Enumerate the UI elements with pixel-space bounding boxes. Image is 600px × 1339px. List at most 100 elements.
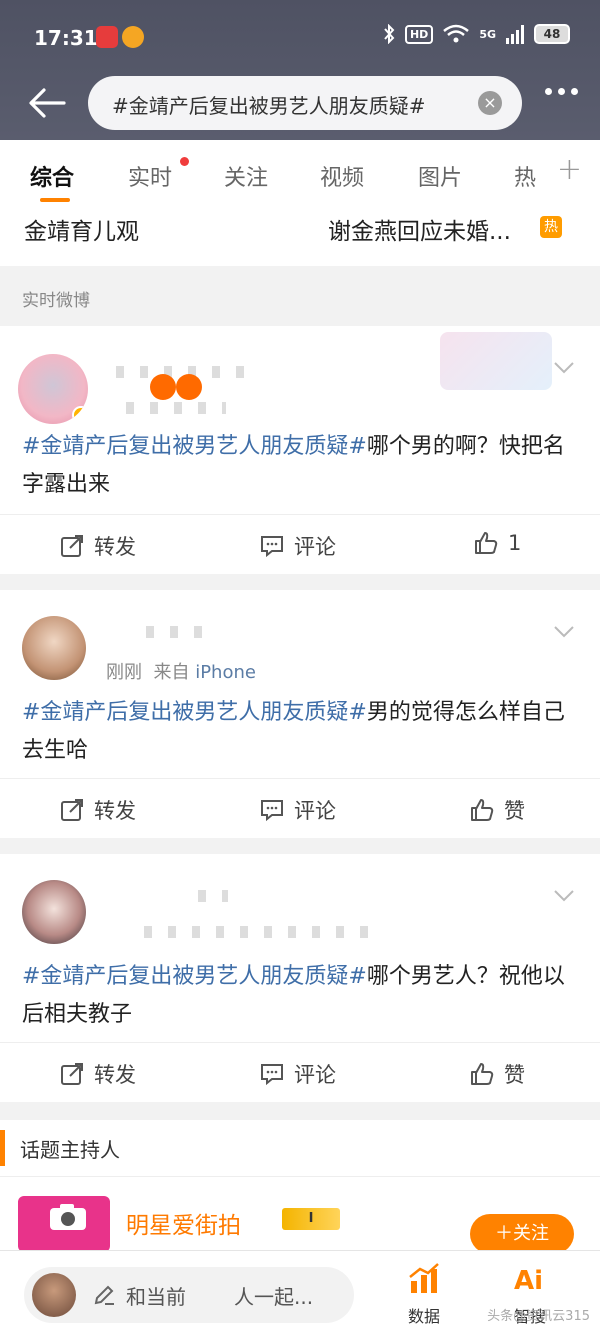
- hd-icon: HD: [404, 24, 434, 44]
- avatar[interactable]: [18, 354, 88, 424]
- thumbs-up-icon: [475, 532, 498, 554]
- tab-hot[interactable]: 热: [514, 160, 536, 192]
- weibo-notification-icon: [122, 26, 144, 48]
- tab-images[interactable]: 图片: [418, 160, 462, 192]
- bluetooth-icon: [384, 24, 395, 44]
- search-input[interactable]: #金靖产后复出被男艺人朋友质疑# ×: [88, 76, 522, 130]
- avatar[interactable]: [22, 880, 86, 944]
- signal-icon: [506, 24, 524, 44]
- post-card: 刚刚 来自 iPhone #金靖产后复出被男艺人朋友质疑#男的觉得怎么样自己去生…: [0, 590, 600, 838]
- divider: [0, 1176, 600, 1177]
- comment-label: 评论: [294, 535, 336, 559]
- post-time: 刚刚: [106, 662, 142, 683]
- bottom-bar: 和当前 人一起... 数据 Ai 智搜 头条@资讯云315: [0, 1250, 600, 1339]
- battery-icon: 48: [534, 24, 570, 44]
- comment-button[interactable]: 评论: [260, 531, 336, 561]
- comment-button[interactable]: 评论: [260, 1059, 336, 1089]
- chevron-down-icon[interactable]: [554, 626, 574, 638]
- host-accent-bar: [0, 1130, 5, 1166]
- post-card: #金靖产后复出被男艺人朋友质疑#哪个男艺人？祝他以后相夫教子 转发 评论 赞: [0, 854, 600, 1102]
- search-query: #金靖产后复出被男艺人朋友质疑#: [112, 94, 426, 118]
- verified-badge-icon: [72, 406, 88, 424]
- status-time: 17:31: [34, 26, 98, 50]
- watermark-text: 头条@资讯云315: [487, 1309, 590, 1324]
- wifi-icon: [443, 24, 470, 43]
- repost-button[interactable]: 转发: [60, 1059, 136, 1089]
- status-icons: HD 5G 48: [383, 24, 570, 44]
- comment-button[interactable]: 评论: [260, 795, 336, 825]
- member-badge-icon: [150, 374, 176, 400]
- repost-icon: [61, 799, 83, 821]
- post-meta: 刚刚 来自 iPhone: [106, 658, 256, 684]
- username-redacted: [146, 626, 206, 638]
- post-text: #金靖产后复出被男艺人朋友质疑#哪个男艺人？祝他以后相夫教子: [22, 958, 582, 1034]
- comment-icon: [261, 1064, 283, 1086]
- like-label: 赞: [504, 799, 525, 823]
- pen-icon: [94, 1285, 114, 1305]
- post-text: #金靖产后复出被男艺人朋友质疑#男的觉得怎么样自己去生哈: [22, 694, 582, 770]
- like-button[interactable]: 赞: [470, 1059, 525, 1089]
- like-button[interactable]: 1: [474, 531, 521, 555]
- top-header: 17:31 HD 5G 48 #金靖产后复出被男艺人朋友质疑# ×: [0, 0, 600, 140]
- repost-icon: [61, 535, 83, 557]
- member-badge-icon: [176, 374, 202, 400]
- add-tab-icon[interactable]: +: [557, 152, 582, 187]
- post-source-prefix: 来自: [153, 662, 190, 683]
- tab-realtime[interactable]: 实时: [128, 160, 172, 192]
- avatar[interactable]: [22, 616, 86, 680]
- back-arrow-icon[interactable]: [28, 86, 68, 120]
- tab-video[interactable]: 视频: [320, 160, 364, 192]
- thumbs-up-icon: [471, 1063, 494, 1085]
- tab-general[interactable]: 综合: [30, 160, 74, 192]
- topic-hashtag[interactable]: #金靖产后复出被男艺人朋友质疑#: [22, 700, 367, 725]
- data-button[interactable]: 数据: [394, 1261, 454, 1327]
- host-logo[interactable]: [18, 1196, 110, 1252]
- tab-follow[interactable]: 关注: [224, 160, 268, 192]
- comment-icon: [261, 536, 283, 558]
- repost-button[interactable]: 转发: [60, 795, 136, 825]
- svg-text:Ai: Ai: [514, 1266, 543, 1296]
- post-card: #金靖产后复出被男艺人朋友质疑#哪个男的啊？快把名字露出来 转发 评论 1: [0, 326, 600, 574]
- comment-label: 评论: [294, 799, 336, 823]
- repost-icon: [61, 1063, 83, 1085]
- repost-label: 转发: [94, 535, 136, 559]
- network-label: 5G: [479, 27, 496, 41]
- decoration-sticker: [440, 332, 552, 390]
- host-name[interactable]: 明星爱街拍: [126, 1206, 241, 1240]
- post-actions: 转发 评论 1: [0, 514, 600, 574]
- clear-search-icon[interactable]: ×: [478, 91, 502, 115]
- meta-redacted: [144, 926, 384, 938]
- chevron-down-icon[interactable]: [554, 890, 574, 902]
- repost-label: 转发: [94, 799, 136, 823]
- ai-icon: Ai: [514, 1266, 543, 1296]
- follow-button[interactable]: ＋关注: [470, 1214, 574, 1254]
- comment-input[interactable]: 和当前 人一起...: [24, 1267, 354, 1323]
- thumbs-up-icon: [471, 799, 494, 821]
- topic-hashtag[interactable]: #金靖产后复出被男艺人朋友质疑#: [22, 964, 367, 989]
- post-actions: 转发 评论 赞: [0, 1042, 600, 1102]
- app-notification-icon: [96, 26, 118, 48]
- active-tab-indicator: [40, 198, 70, 202]
- comment-icon: [261, 800, 283, 822]
- chevron-down-icon[interactable]: [554, 362, 574, 374]
- host-section-title: 话题主持人: [20, 1138, 120, 1162]
- topic-hashtag[interactable]: #金靖产后复出被男艺人朋友质疑#: [22, 434, 367, 459]
- like-button[interactable]: 赞: [470, 795, 525, 825]
- data-label: 数据: [407, 1307, 440, 1326]
- post-source[interactable]: iPhone: [195, 662, 256, 683]
- more-options-icon[interactable]: [545, 88, 578, 95]
- post-text: #金靖产后复出被男艺人朋友质疑#哪个男的啊？快把名字露出来: [22, 428, 582, 504]
- comment-label: 评论: [294, 1063, 336, 1087]
- username-redacted: [198, 890, 228, 902]
- section-label: 实时微博: [22, 291, 90, 311]
- avatar: [32, 1273, 76, 1317]
- repost-button[interactable]: 转发: [60, 531, 136, 561]
- related-topic-left[interactable]: 金靖育儿观: [24, 212, 139, 246]
- related-topic-right[interactable]: 谢金燕回应未婚...: [328, 212, 511, 246]
- repost-label: 转发: [94, 1063, 136, 1087]
- related-topics-row: 金靖育儿观 谢金燕回应未婚... 热: [0, 210, 600, 266]
- new-dot-badge: [180, 157, 189, 166]
- comment-placeholder: 和当前 人一起...: [126, 1285, 314, 1309]
- tab-bar: 综合 实时 关注 视频 图片 热 +: [0, 140, 600, 210]
- post-actions: 转发 评论 赞: [0, 778, 600, 838]
